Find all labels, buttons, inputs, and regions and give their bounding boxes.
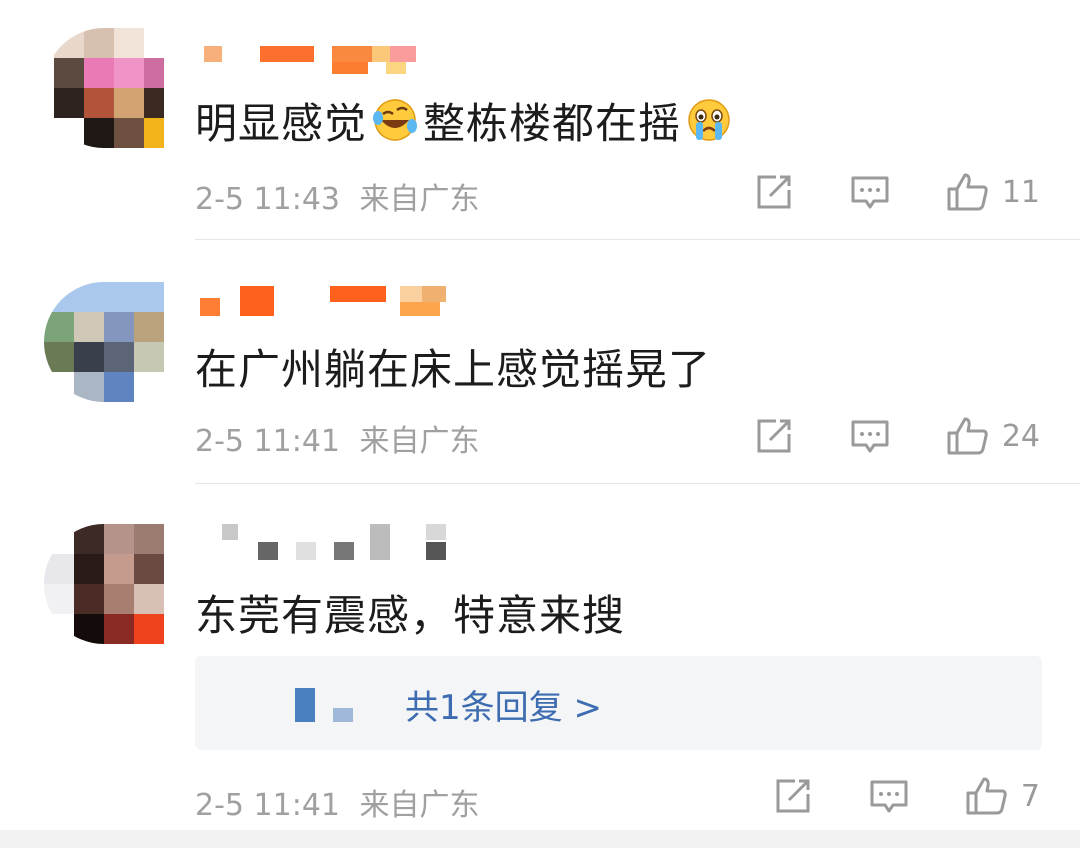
comment-meta: 2-5 11:43 来自广东	[195, 174, 480, 218]
location: 来自广东	[359, 788, 480, 823]
avatar[interactable]	[44, 28, 164, 148]
comment-button[interactable]	[869, 776, 909, 816]
obscured-reply-author	[295, 688, 315, 722]
timestamp: 2-5 11:41	[195, 788, 340, 823]
reply-preview-box[interactable]: 共1条回复 >	[195, 656, 1042, 750]
comment-actions: 24	[754, 416, 1040, 456]
comment-icon	[851, 176, 889, 209]
share-icon	[757, 175, 791, 209]
comment-text: 在广州躺在床上感觉摇晃了	[195, 345, 712, 394]
username-obscured[interactable]	[200, 42, 500, 74]
thumbs-up-icon	[947, 173, 988, 211]
username-obscured[interactable]	[200, 524, 500, 560]
laughing-crying-icon	[373, 99, 418, 141]
view-replies-link[interactable]: 共1条回复 >	[405, 680, 602, 729]
avatar[interactable]	[44, 282, 164, 402]
comment-icon	[870, 780, 908, 813]
comment-meta: 2-5 11:41 来自广东	[195, 416, 480, 460]
share-icon	[757, 419, 791, 453]
share-button[interactable]	[754, 416, 794, 456]
like-button[interactable]: 7	[965, 776, 1040, 816]
like-count: 11	[1001, 174, 1040, 210]
like-count: 7	[1020, 778, 1040, 814]
comment-meta: 2-5 11:41 来自广东	[195, 780, 480, 824]
comment-item: 明显感觉 整栋楼都在摇 2-5 11:43 来自广东 11	[0, 0, 1080, 240]
comment-button[interactable]	[850, 416, 890, 456]
location: 来自广东	[359, 424, 480, 459]
share-button[interactable]	[754, 172, 794, 212]
crying-icon	[688, 99, 730, 141]
like-button[interactable]: 11	[946, 172, 1040, 212]
comment-text-part: 整栋楼都在摇	[423, 99, 682, 148]
comment-text: 明显感觉 整栋楼都在摇	[195, 90, 737, 151]
comment-text-part: 明显感觉	[195, 99, 368, 148]
share-icon	[776, 779, 810, 813]
comment-item: 东莞有震感，特意来搜 共1条回复 > 2-5 11:41 来自广东 7	[0, 484, 1080, 830]
comment-button[interactable]	[850, 172, 890, 212]
like-button[interactable]: 24	[946, 416, 1040, 456]
timestamp: 2-5 11:43	[195, 182, 340, 217]
timestamp: 2-5 11:41	[195, 424, 340, 459]
comment-actions: 7	[773, 776, 1040, 816]
share-button[interactable]	[773, 776, 813, 816]
avatar[interactable]	[44, 524, 164, 644]
comment-actions: 11	[754, 172, 1040, 212]
comment-text: 东莞有震感，特意来搜	[195, 591, 626, 640]
bottom-separator	[0, 830, 1080, 848]
username-obscured[interactable]	[200, 284, 500, 316]
like-count: 24	[1001, 418, 1040, 454]
comment-item: 在广州躺在床上感觉摇晃了 2-5 11:41 来自广东 24	[0, 240, 1080, 484]
location: 来自广东	[359, 182, 480, 217]
thumbs-up-icon	[947, 417, 988, 455]
comment-icon	[851, 420, 889, 453]
obscured-reply-author	[333, 708, 353, 722]
thumbs-up-icon	[966, 777, 1007, 815]
